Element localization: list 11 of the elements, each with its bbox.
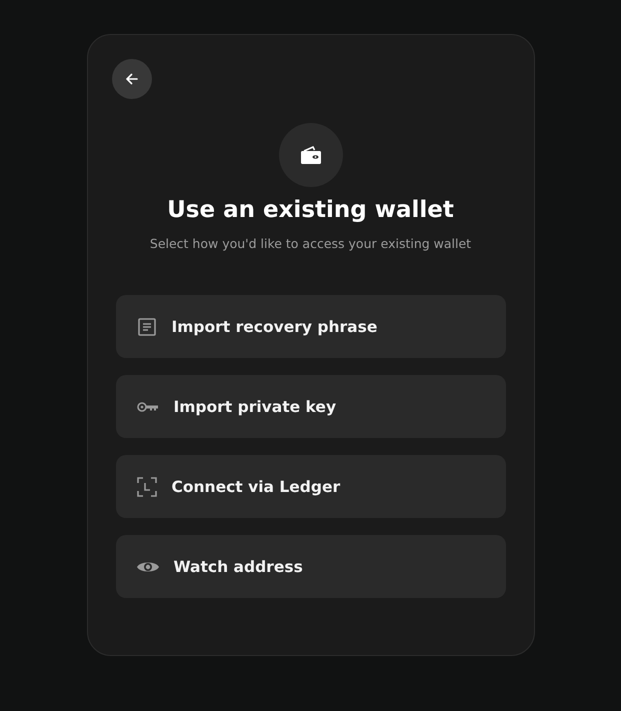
back-button[interactable] [112, 59, 152, 99]
option-button[interactable]: Import private key [116, 375, 506, 438]
dialog-subtitle: Select how you'd like to access your existing wallet [150, 235, 472, 253]
dialog-title: Use an existing wallet [167, 196, 454, 225]
arrow-left-icon [124, 72, 138, 86]
ledger-frame-icon [136, 476, 158, 498]
wallet-icon [298, 143, 322, 167]
option-button[interactable]: Import recovery phrase [116, 295, 506, 358]
option-button[interactable]: Watch address [116, 535, 506, 598]
option-button[interactable]: Connect via Ledger [116, 455, 506, 518]
document-icon [136, 316, 158, 338]
